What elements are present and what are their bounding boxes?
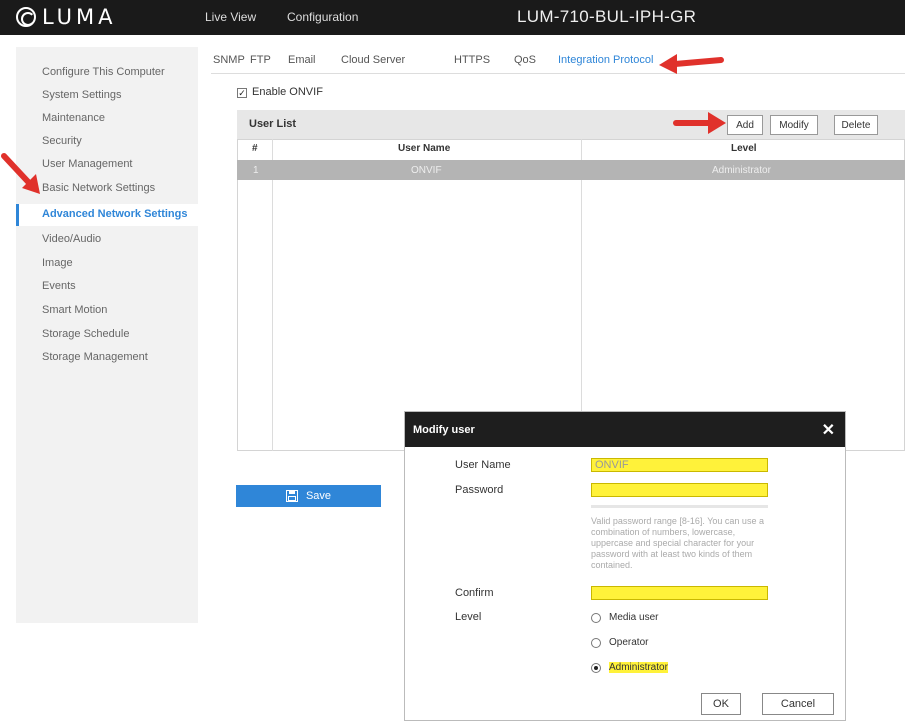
row-level: Administrator	[712, 165, 771, 176]
tab-https[interactable]: HTTPS	[454, 54, 490, 66]
app-root: LUMA Live View Configuration LUM-710-BUL…	[0, 0, 905, 721]
sidebar-item-advanced-network-settings[interactable]: Advanced Network Settings	[42, 208, 187, 220]
tab-divider	[211, 73, 905, 74]
sidebar-item-basic-network-settings[interactable]: Basic Network Settings	[42, 182, 155, 194]
nav-live-view[interactable]: Live View	[205, 10, 256, 24]
enable-onvif-checkbox[interactable]: ✓	[237, 88, 247, 98]
annotation-arrow-icon	[673, 112, 726, 134]
sidebar-item-configure-this-computer[interactable]: Configure This Computer	[42, 66, 165, 78]
sidebar-item-events[interactable]: Events	[42, 280, 76, 292]
sidebar-item-storage-management[interactable]: Storage Management	[42, 351, 148, 363]
sidebar: Configure This Computer System Settings …	[16, 47, 198, 623]
password-input[interactable]	[591, 483, 768, 497]
user-list-title: User List	[249, 118, 297, 130]
dialog-title: Modify user	[413, 424, 475, 436]
sidebar-item-video-audio[interactable]: Video/Audio	[42, 233, 101, 245]
level-label: Level	[455, 611, 482, 623]
close-icon[interactable]: ✕	[822, 420, 835, 440]
device-name: LUM-710-BUL-IPH-GR	[517, 7, 697, 26]
tab-integration-protocol[interactable]: Integration Protocol	[558, 54, 653, 66]
radio-label-operator: Operator	[609, 637, 649, 648]
column-header-level: Level	[731, 143, 757, 154]
table-row[interactable]	[237, 160, 905, 180]
column-divider	[581, 139, 582, 451]
user-table	[237, 139, 905, 451]
luma-logo-icon	[16, 7, 36, 27]
brand-name: LUMA	[42, 5, 117, 29]
tab-qos[interactable]: QoS	[514, 54, 536, 66]
tab-ftp[interactable]: FTP	[250, 54, 271, 66]
add-button[interactable]: Add	[727, 115, 763, 135]
radio-label-administrator: Administrator	[609, 662, 668, 673]
sidebar-item-system-settings[interactable]: System Settings	[42, 89, 121, 101]
confirm-input[interactable]	[591, 586, 768, 600]
row-user-name: ONVIF	[411, 165, 442, 176]
sidebar-item-image[interactable]: Image	[42, 257, 73, 269]
user-name-input[interactable]: ONVIF	[591, 458, 768, 472]
radio-media-user[interactable]	[591, 613, 601, 623]
luma-logo: LUMA	[16, 5, 117, 29]
save-button[interactable]: Save	[236, 485, 381, 507]
save-label: Save	[305, 490, 332, 502]
user-name-label: User Name	[455, 459, 511, 471]
radio-operator[interactable]	[591, 638, 601, 648]
modify-button[interactable]: Modify	[770, 115, 818, 135]
radio-label-media-user: Media user	[609, 612, 659, 623]
sidebar-item-storage-schedule[interactable]: Storage Schedule	[42, 328, 129, 340]
save-disk-icon	[285, 490, 298, 502]
cancel-button[interactable]: Cancel	[762, 693, 834, 715]
top-bar: LUMA Live View Configuration LUM-710-BUL…	[0, 0, 905, 35]
column-divider	[272, 139, 273, 451]
radio-administrator[interactable]	[591, 663, 601, 673]
tab-cloud-server[interactable]: Cloud Server	[341, 54, 405, 66]
enable-onvif-label: Enable ONVIF	[252, 86, 323, 98]
dialog-header: Modify user ✕	[405, 412, 845, 447]
nav-configuration[interactable]: Configuration	[287, 10, 358, 24]
sidebar-item-user-management[interactable]: User Management	[42, 158, 133, 170]
tab-snmp[interactable]: SNMP	[213, 54, 245, 66]
delete-button[interactable]: Delete	[834, 115, 878, 135]
sidebar-item-security[interactable]: Security	[42, 135, 82, 147]
annotation-arrow-icon	[659, 54, 724, 74]
confirm-label: Confirm	[455, 587, 494, 599]
column-header-user-name: User Name	[398, 143, 451, 154]
modify-user-dialog: Modify user ✕ User Name ONVIF Password V…	[404, 411, 846, 721]
annotation-arrow-icon	[1, 153, 40, 194]
row-index: 1	[253, 165, 259, 176]
password-hint: Valid password range [8-16]. You can use…	[591, 516, 764, 570]
password-label: Password	[455, 484, 504, 496]
tab-email[interactable]: Email	[288, 54, 316, 66]
ok-button[interactable]: OK	[701, 693, 741, 715]
sidebar-item-smart-motion[interactable]: Smart Motion	[42, 304, 107, 316]
sidebar-item-maintenance[interactable]: Maintenance	[42, 112, 105, 124]
password-strength-bar	[591, 505, 768, 508]
column-header-index: #	[252, 143, 258, 154]
